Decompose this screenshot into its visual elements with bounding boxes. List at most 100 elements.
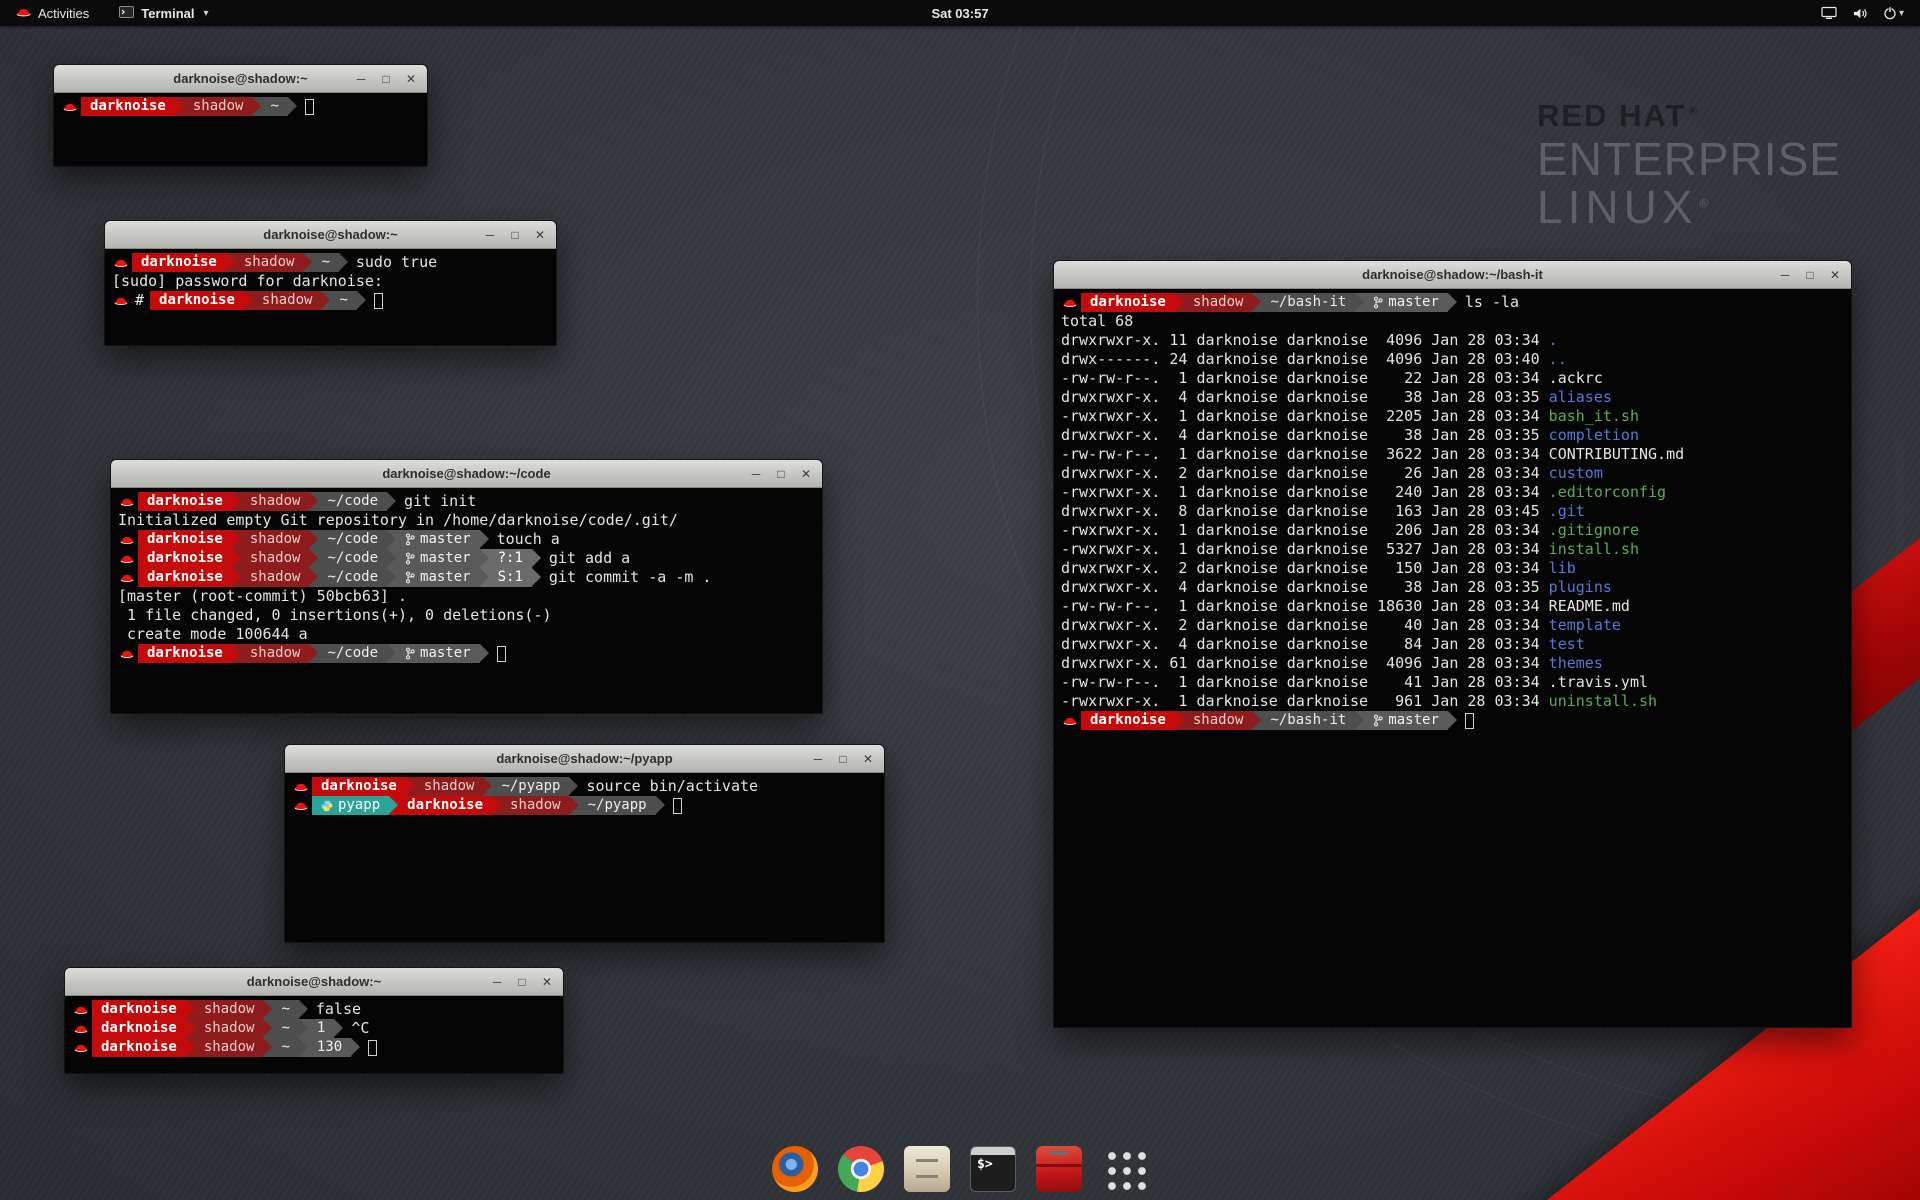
filename: . <box>1549 331 1558 349</box>
terminal-content[interactable]: darknoiseshadow~sudo true[sudo] password… <box>105 249 556 345</box>
filename: custom <box>1549 464 1603 482</box>
powerline-separator <box>288 97 297 116</box>
firefox-icon[interactable] <box>772 1146 818 1192</box>
terminal-cursor <box>1465 713 1474 729</box>
terminal-cursor <box>673 798 682 814</box>
clock[interactable]: Sat 03:57 <box>931 6 988 21</box>
terminal-window[interactable]: darknoise@shadow:~ ─ □ ✕ darknoiseshadow… <box>53 64 428 167</box>
prompt-segment-user: darknoise <box>132 253 226 272</box>
redhat-icon <box>294 801 308 811</box>
minimize-button[interactable]: ─ <box>1778 261 1792 289</box>
maximize-button[interactable]: □ <box>508 221 522 249</box>
prompt-segment-host: shadow <box>195 1019 264 1038</box>
app-menu-label: Terminal <box>141 6 194 21</box>
chrome-icon[interactable] <box>838 1146 884 1192</box>
terminal-content[interactable]: darknoiseshadow~/bash-itmasterls -latota… <box>1054 289 1851 1027</box>
volume-icon[interactable] <box>1852 7 1868 20</box>
redhat-icon <box>63 102 77 112</box>
activities-button[interactable]: Activities <box>10 0 95 26</box>
prompt-segment-git: master <box>1364 293 1448 312</box>
maximize-button[interactable]: □ <box>1803 261 1817 289</box>
terminal-window[interactable]: darknoise@shadow:~ ─ □ ✕ darknoiseshadow… <box>104 220 557 346</box>
powerline-separator <box>387 492 396 511</box>
terminal-content[interactable]: darknoiseshadow~/codegit initInitialized… <box>111 488 822 713</box>
terminal-line: darknoiseshadow~/codemastertouch a <box>118 530 815 549</box>
redhat-icon <box>1063 298 1077 308</box>
close-button[interactable]: ✕ <box>540 968 554 996</box>
prompt-segment-user: darknoise <box>138 644 232 663</box>
powerline-separator <box>569 777 578 796</box>
close-button[interactable]: ✕ <box>1828 261 1842 289</box>
window-titlebar[interactable]: darknoise@shadow:~/pyapp ─ □ ✕ <box>285 745 884 773</box>
close-button[interactable]: ✕ <box>404 65 418 93</box>
power-menu[interactable]: ▾ <box>1883 6 1904 20</box>
prompt-segment-git: master <box>1364 711 1448 730</box>
app-menu[interactable]: Terminal ▾ <box>113 0 214 26</box>
filename: .. <box>1549 350 1567 368</box>
powerline-separator <box>175 97 184 116</box>
redhat-icon <box>114 296 128 306</box>
prompt-segment-path: ~/bash-it <box>1261 711 1355 730</box>
powerline-separator <box>244 291 253 310</box>
minimize-button[interactable]: ─ <box>490 968 504 996</box>
minimize-button[interactable]: ─ <box>354 65 368 93</box>
terminal-window[interactable]: darknoise@shadow:~/code ─ □ ✕ darknoises… <box>110 459 823 714</box>
close-button[interactable]: ✕ <box>861 745 875 773</box>
terminal-icon[interactable]: $> <box>970 1146 1016 1192</box>
terminal-line: drwxrwxr-x. 4 darknoise darknoise 38 Jan… <box>1061 426 1844 445</box>
rhel-logo-enterprise: ENTERPRISE <box>1537 136 1841 184</box>
output-text: 1 file changed, 0 insertions(+), 0 delet… <box>118 606 551 624</box>
window-titlebar[interactable]: darknoise@shadow:~/bash-it ─ □ ✕ <box>1054 261 1851 289</box>
terminal-line: drwxrwxr-x. 2 darknoise darknoise 26 Jan… <box>1061 464 1844 483</box>
redhat-icon <box>120 649 134 659</box>
window-titlebar[interactable]: darknoise@shadow:~ ─ □ ✕ <box>105 221 556 249</box>
prompt-segment-q: ?:1 <box>489 549 532 568</box>
terminal-window[interactable]: darknoise@shadow:~/bash-it ─ □ ✕ darknoi… <box>1053 260 1852 1028</box>
terminal-window[interactable]: darknoise@shadow:~ ─ □ ✕ darknoise shadow… <box>64 967 564 1074</box>
terminal-line: drwxrwxr-x. 8 darknoise darknoise 163 Ja… <box>1061 502 1844 521</box>
powerline-separator <box>480 530 489 549</box>
maximize-button[interactable]: □ <box>379 65 393 93</box>
output-text: Initialized empty Git repository in /hom… <box>118 511 678 529</box>
window-titlebar[interactable]: darknoise@shadow:~/code ─ □ ✕ <box>111 460 822 488</box>
window-titlebar[interactable]: darknoise@shadow:~ ─ □ ✕ <box>54 65 427 93</box>
powerline-separator <box>232 530 241 549</box>
minimize-button[interactable]: ─ <box>749 460 763 488</box>
rhel-logo: RED HAT® ENTERPRISE LINUX® <box>1537 100 1841 232</box>
redhat-icon <box>74 1005 88 1015</box>
display-icon[interactable] <box>1821 6 1837 20</box>
terminal-line: -rwxrwxr-x. 1 darknoise darknoise 961 Ja… <box>1061 692 1844 711</box>
window-title: darknoise@shadow:~/bash-it <box>1054 267 1851 282</box>
prompt-segment-host: shadow <box>241 644 310 663</box>
powerline-separator <box>232 492 241 511</box>
files-icon[interactable] <box>904 1146 950 1192</box>
terminal-content[interactable]: darknoiseshadow~ <box>54 93 427 166</box>
powerline-separator <box>387 549 396 568</box>
close-button[interactable]: ✕ <box>533 221 547 249</box>
powerline-separator <box>387 568 396 587</box>
terminal-window[interactable]: darknoise@shadow:~/pyapp ─ □ ✕ darknoise… <box>284 744 885 943</box>
terminal-content[interactable]: darknoiseshadow~/pyappsource bin/activat… <box>285 773 884 942</box>
prompt-segment-user: darknoise <box>92 1038 186 1057</box>
prompt-segment-user: darknoise <box>92 1000 186 1019</box>
filename: test <box>1549 635 1585 653</box>
minimize-button[interactable]: ─ <box>811 745 825 773</box>
filename: lib <box>1549 559 1576 577</box>
maximize-button[interactable]: □ <box>774 460 788 488</box>
close-button[interactable]: ✕ <box>799 460 813 488</box>
python-icon <box>321 800 333 812</box>
prompt-segment-path: ~/code <box>318 530 387 549</box>
command-text: false <box>308 1000 361 1019</box>
prompt-segment-git: master <box>396 568 480 587</box>
toolbox-icon[interactable] <box>1036 1146 1082 1192</box>
minimize-button[interactable]: ─ <box>483 221 497 249</box>
powerline-separator <box>186 1038 195 1057</box>
output-text: .travis.yml <box>1549 673 1648 691</box>
terminal-line: drwxrwxr-x. 2 darknoise darknoise 40 Jan… <box>1061 616 1844 635</box>
terminal-content[interactable]: darknoiseshadow~falsedarknoiseshadow~1^C… <box>65 996 563 1073</box>
powerline-separator <box>480 644 489 663</box>
window-titlebar[interactable]: darknoise@shadow:~ ─ □ ✕ <box>65 968 563 996</box>
app-grid-icon[interactable] <box>1102 1146 1148 1192</box>
maximize-button[interactable]: □ <box>836 745 850 773</box>
maximize-button[interactable]: □ <box>515 968 529 996</box>
